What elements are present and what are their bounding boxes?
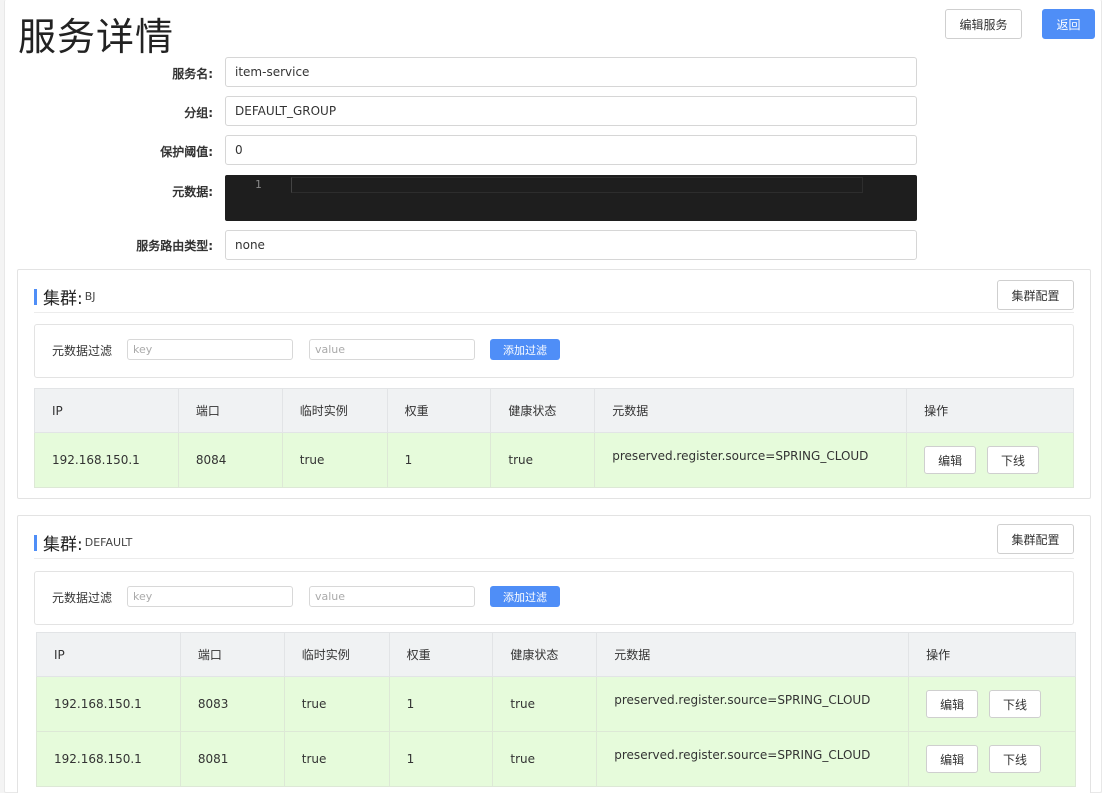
filter-label: 元数据过滤 bbox=[52, 591, 113, 605]
column-header-metadata: 元数据 bbox=[596, 632, 910, 677]
add-filter-button[interactable]: 添加过滤 bbox=[490, 339, 560, 360]
filter-key-input[interactable]: key bbox=[127, 586, 293, 607]
service-name-field[interactable]: item-service bbox=[225, 57, 917, 87]
service-detail-page: 服务详情 编辑服务 返回 服务名: item-service 分组: DEFAU… bbox=[4, 0, 1102, 793]
edit-instance-button[interactable]: 编辑 bbox=[926, 745, 979, 773]
column-header-health: 健康状态 bbox=[492, 632, 598, 677]
cell-metadata: preserved.register.source=SPRING_CLOUD bbox=[594, 432, 908, 488]
cell-ip: 192.168.150.1 bbox=[36, 676, 181, 732]
column-header-ephemeral: 临时实例 bbox=[283, 632, 390, 677]
cluster-name: DEFAULT bbox=[84, 536, 133, 549]
metadata-filter: 元数据过滤 key value 添加过滤 bbox=[34, 324, 1074, 378]
column-header-actions: 操作 bbox=[906, 388, 1074, 433]
cell-actions: 编辑 下线 bbox=[908, 731, 1076, 787]
column-header-weight: 权重 bbox=[388, 632, 494, 677]
column-header-ip: IP bbox=[34, 388, 179, 433]
group-label: 分组: bbox=[184, 106, 213, 120]
metadata-editor[interactable]: 1 bbox=[225, 175, 917, 221]
cell-actions: 编辑 下线 bbox=[906, 432, 1074, 488]
metadata-label: 元数据: bbox=[172, 185, 213, 199]
cell-ephemeral: true bbox=[283, 731, 390, 787]
add-filter-button[interactable]: 添加过滤 bbox=[490, 586, 560, 607]
cluster-header: 集群: DEFAULT bbox=[34, 530, 132, 555]
cell-health: true bbox=[490, 432, 596, 488]
cell-port: 8084 bbox=[177, 432, 283, 488]
cluster-divider bbox=[34, 312, 1074, 313]
offline-instance-button[interactable]: 下线 bbox=[987, 446, 1039, 474]
group-field[interactable]: DEFAULT_GROUP bbox=[225, 96, 917, 126]
edit-instance-button[interactable]: 编辑 bbox=[926, 690, 979, 718]
table-row: 192.168.150.1 8084 true 1 true preserved… bbox=[34, 432, 1074, 488]
cluster-accent-bar bbox=[34, 534, 37, 551]
cluster-name: BJ bbox=[84, 290, 96, 303]
cluster-divider bbox=[34, 558, 1074, 559]
column-header-port: 端口 bbox=[177, 388, 283, 433]
cluster-accent-bar bbox=[34, 288, 37, 305]
back-button[interactable]: 返回 bbox=[1042, 9, 1095, 39]
column-header-metadata: 元数据 bbox=[594, 388, 908, 433]
cell-metadata: preserved.register.source=SPRING_CLOUD bbox=[596, 676, 910, 732]
cell-health: true bbox=[492, 731, 598, 787]
page-title: 服务详情 bbox=[18, 15, 175, 59]
filter-value-input[interactable]: value bbox=[309, 339, 475, 360]
column-header-weight: 权重 bbox=[386, 388, 492, 433]
cell-weight: 1 bbox=[388, 676, 494, 732]
editor-current-line bbox=[291, 177, 863, 193]
metadata-filter: 元数据过滤 key value 添加过滤 bbox=[34, 571, 1074, 625]
service-name-label: 服务名: bbox=[172, 67, 213, 81]
offline-instance-button[interactable]: 下线 bbox=[989, 690, 1041, 718]
cell-ip: 192.168.150.1 bbox=[34, 432, 179, 488]
cell-weight: 1 bbox=[386, 432, 492, 488]
cluster-header: 集群: BJ bbox=[34, 284, 96, 309]
cluster-title: 集群: bbox=[43, 289, 83, 309]
offline-instance-button[interactable]: 下线 bbox=[989, 745, 1041, 773]
table-row: 192.168.150.1 8081 true 1 true preserved… bbox=[36, 731, 1076, 787]
edit-service-button[interactable]: 编辑服务 bbox=[945, 9, 1022, 39]
route-type-field[interactable]: none bbox=[225, 230, 917, 260]
cell-port: 8083 bbox=[179, 676, 285, 732]
cell-weight: 1 bbox=[388, 731, 494, 787]
cluster-panel-default: 集群: DEFAULT 集群配置 元数据过滤 key value 添加过滤 IP… bbox=[17, 515, 1091, 793]
table-header-row: IP 端口 临时实例 权重 健康状态 元数据 操作 bbox=[36, 632, 1076, 677]
column-header-port: 端口 bbox=[179, 632, 285, 677]
filter-value-input[interactable]: value bbox=[309, 586, 475, 607]
instance-table: IP 端口 临时实例 权重 健康状态 元数据 操作 192.168.150.1 … bbox=[36, 632, 1076, 787]
column-header-ephemeral: 临时实例 bbox=[281, 388, 388, 433]
cell-ephemeral: true bbox=[283, 676, 390, 732]
cell-ip: 192.168.150.1 bbox=[36, 731, 181, 787]
cell-health: true bbox=[492, 676, 598, 732]
cluster-panel-bj: 集群: BJ 集群配置 元数据过滤 key value 添加过滤 IP 端口 临… bbox=[17, 269, 1091, 499]
cell-actions: 编辑 下线 bbox=[908, 676, 1076, 732]
cluster-title: 集群: bbox=[43, 535, 83, 555]
route-type-label: 服务路由类型: bbox=[136, 239, 213, 253]
column-header-ip: IP bbox=[36, 632, 181, 677]
cluster-config-button[interactable]: 集群配置 bbox=[997, 524, 1074, 554]
edit-instance-button[interactable]: 编辑 bbox=[924, 446, 977, 474]
column-header-health: 健康状态 bbox=[490, 388, 596, 433]
cell-port: 8081 bbox=[179, 731, 285, 787]
table-row: 192.168.150.1 8083 true 1 true preserved… bbox=[36, 676, 1076, 732]
filter-key-input[interactable]: key bbox=[127, 339, 293, 360]
threshold-field[interactable]: 0 bbox=[225, 135, 917, 165]
editor-line-number: 1 bbox=[255, 178, 262, 191]
instance-table: IP 端口 临时实例 权重 健康状态 元数据 操作 192.168.150.1 … bbox=[34, 388, 1074, 488]
filter-label: 元数据过滤 bbox=[52, 344, 113, 358]
cell-ephemeral: true bbox=[281, 432, 388, 488]
column-header-actions: 操作 bbox=[908, 632, 1076, 677]
table-header-row: IP 端口 临时实例 权重 健康状态 元数据 操作 bbox=[34, 388, 1074, 433]
cluster-config-button[interactable]: 集群配置 bbox=[997, 280, 1074, 310]
cell-metadata: preserved.register.source=SPRING_CLOUD bbox=[596, 731, 910, 787]
threshold-label: 保护阈值: bbox=[160, 145, 213, 159]
